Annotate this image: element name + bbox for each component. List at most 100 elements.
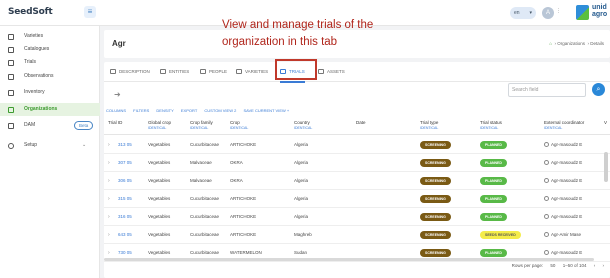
vertical-scrollbar[interactable]	[604, 152, 608, 182]
cell-trial-id[interactable]: 313 05	[118, 136, 132, 154]
main-area: Agr ⌂ › Organizations › Details DESCRIPT…	[100, 26, 610, 278]
column-header-date[interactable]: Date	[356, 120, 366, 125]
trial-type-badge: SCREENING	[420, 249, 451, 257]
table-row[interactable]: › 306 05 Vegetables Malvaceae OKRA Algeria SCR…	[104, 172, 610, 190]
more-vert-icon[interactable]: ⋮	[556, 8, 561, 14]
chevron-down-icon: ▾	[529, 10, 532, 16]
column-header-trial-id[interactable]: Trial ID	[108, 120, 122, 125]
expand-row-icon[interactable]: ›	[108, 136, 110, 154]
export-button[interactable]: EXPORT	[181, 108, 197, 113]
prev-page-icon[interactable]: ‹	[594, 263, 596, 268]
column-header-trial-type[interactable]: Trial type IDENTICAL	[420, 120, 438, 131]
columns-button[interactable]: COLUMNS	[106, 108, 126, 113]
search-icon[interactable]: ⌕	[592, 83, 605, 96]
folder-icon	[8, 123, 14, 129]
person-icon	[544, 250, 549, 255]
catalogue-icon	[8, 47, 14, 53]
cell-crop-family: Cucurbitaceae	[190, 142, 220, 147]
cell-crop-family: Malvaceae	[190, 160, 212, 165]
seed-icon	[8, 34, 14, 40]
cell-trial-id[interactable]: 315 05	[118, 190, 132, 208]
rows-per-page-select[interactable]: 50	[550, 263, 555, 268]
horizontal-scrollbar[interactable]	[104, 258, 594, 261]
column-header-trial-status[interactable]: Trial status IDENTICAL	[480, 120, 502, 131]
cell-trial-id[interactable]: 316 05	[118, 208, 132, 226]
trial-status-badge: PLANNED	[480, 141, 507, 149]
sidebar-item-organizations[interactable]: Organizations	[0, 103, 100, 116]
breadcrumb-organizations[interactable]: Organizations	[557, 41, 585, 46]
hamburger-icon[interactable]: ≡	[84, 6, 96, 18]
column-header-country[interactable]: Country IDENTICAL	[294, 120, 312, 131]
cell-trial-id[interactable]: 643 05	[118, 226, 132, 244]
expand-row-icon[interactable]: ›	[108, 208, 110, 226]
trial-status-badge: SEEDS RECEIVED	[480, 231, 521, 239]
density-button[interactable]: DENSITY	[156, 108, 173, 113]
expand-row-icon[interactable]: ›	[108, 154, 110, 172]
tab-assets[interactable]: ASSETS	[318, 62, 345, 82]
sidebar-item-catalogues[interactable]: Catalogues	[0, 43, 100, 56]
trial-status-badge: PLANNED	[480, 249, 507, 257]
table-row[interactable]: › 307 05 Vegetables Malvaceae OKRA Algeria SCR…	[104, 154, 610, 172]
search-input[interactable]: Search field	[508, 83, 586, 97]
custom-view-button[interactable]: CUSTOM VIEW 2	[204, 108, 236, 113]
grid-toolbar: COLUMNS FILTERS DENSITY EXPORT CUSTOM VI…	[106, 108, 295, 116]
table-row[interactable]: › 315 05 Vegetables Cucurbitaceae ARTICHOKE A…	[104, 190, 610, 208]
trial-type-badge: SCREENING	[420, 141, 451, 149]
cell-global-crop: Vegetables	[148, 178, 171, 183]
column-header-global-crop[interactable]: Global crop IDENTICAL	[148, 120, 171, 131]
cell-crop-family: Cucurbitaceae	[190, 196, 220, 201]
trial-status-badge: PLANNED	[480, 213, 507, 221]
tab-varieties[interactable]: VARIETIES	[236, 62, 268, 82]
save-view-button[interactable]: SAVE CURRENT VIEW +	[243, 108, 289, 113]
cell-coordinator: Agr-Amir Mase	[544, 226, 581, 244]
cell-coordinator: Agr-masoud2 E	[544, 208, 582, 226]
filters-button[interactable]: FILTERS	[133, 108, 149, 113]
cell-trial-id[interactable]: 307 05	[118, 154, 132, 172]
table-row[interactable]: › 643 05 Vegetables Cucurbitaceae ARTICHOKE M…	[104, 226, 610, 244]
person-icon	[544, 178, 549, 183]
cell-country: Algeria	[294, 160, 309, 165]
app-logo[interactable]: SeedSoft	[8, 7, 53, 17]
cell-trial-id[interactable]: 306 05	[118, 172, 132, 190]
column-header-v[interactable]: V	[604, 120, 607, 125]
cell-crop: OKRA	[230, 160, 243, 165]
breadcrumb: ⌂ › Organizations › Details	[549, 41, 604, 46]
person-icon	[544, 160, 549, 165]
table-header: Trial ID Global crop IDENTICAL Crop famil…	[104, 118, 610, 135]
person-icon	[544, 214, 549, 219]
home-icon[interactable]: ⌂	[549, 41, 552, 46]
cell-global-crop: Vegetables	[148, 232, 171, 237]
tab-entities[interactable]: ENTITIES	[160, 62, 189, 82]
column-header-crop-family[interactable]: Crop family IDENTICAL	[190, 120, 213, 131]
page-range: 1–50 of 104	[562, 263, 587, 268]
breadcrumb-details: Details	[590, 41, 604, 46]
sidebar-item-dam[interactable]: DAM Beta	[0, 119, 100, 132]
expand-row-icon[interactable]: ›	[108, 226, 110, 244]
expand-row-icon[interactable]: ›	[108, 172, 110, 190]
sidebar-item-setup[interactable]: Setup ⌄	[0, 139, 100, 152]
sidebar-item-observations[interactable]: Observations	[0, 70, 100, 83]
sidebar-item-inventory[interactable]: Inventory	[0, 86, 100, 99]
trial-type-badge: SCREENING	[420, 177, 451, 185]
tab-description[interactable]: DESCRIPTION	[110, 62, 150, 82]
table-row[interactable]: › 313 05 Vegetables Cucurbitaceae ARTICHOKE A…	[104, 136, 610, 154]
next-page-icon[interactable]: ›	[603, 263, 605, 268]
cell-global-crop: Vegetables	[148, 160, 171, 165]
language-select[interactable]: en ▾	[510, 7, 536, 19]
expand-row-icon[interactable]: ›	[108, 190, 110, 208]
beta-badge: Beta	[74, 121, 94, 130]
sidebar-item-trials[interactable]: Trials	[0, 56, 100, 69]
inventory-icon	[8, 90, 14, 96]
column-header-crop[interactable]: Crop IDENTICAL	[230, 120, 248, 131]
cell-country: Maghreb	[294, 232, 312, 237]
entities-icon	[160, 69, 166, 74]
arrow-right-icon[interactable]: ➜	[114, 90, 121, 99]
table-row[interactable]: › 316 05 Vegetables Cucurbitaceae ARTICHOKE A…	[104, 208, 610, 226]
cell-crop-family: Malvaceae	[190, 178, 212, 183]
avatar[interactable]: A	[542, 7, 554, 19]
cell-coordinator: Agr-masoud2 E	[544, 190, 582, 208]
tab-people[interactable]: PEOPLE	[200, 62, 227, 82]
column-header-coordinator[interactable]: External coordinator IDENTICAL	[544, 120, 584, 131]
sidebar-item-varieties[interactable]: Varieties	[0, 30, 100, 43]
cell-crop: ARTICHOKE	[230, 142, 257, 147]
